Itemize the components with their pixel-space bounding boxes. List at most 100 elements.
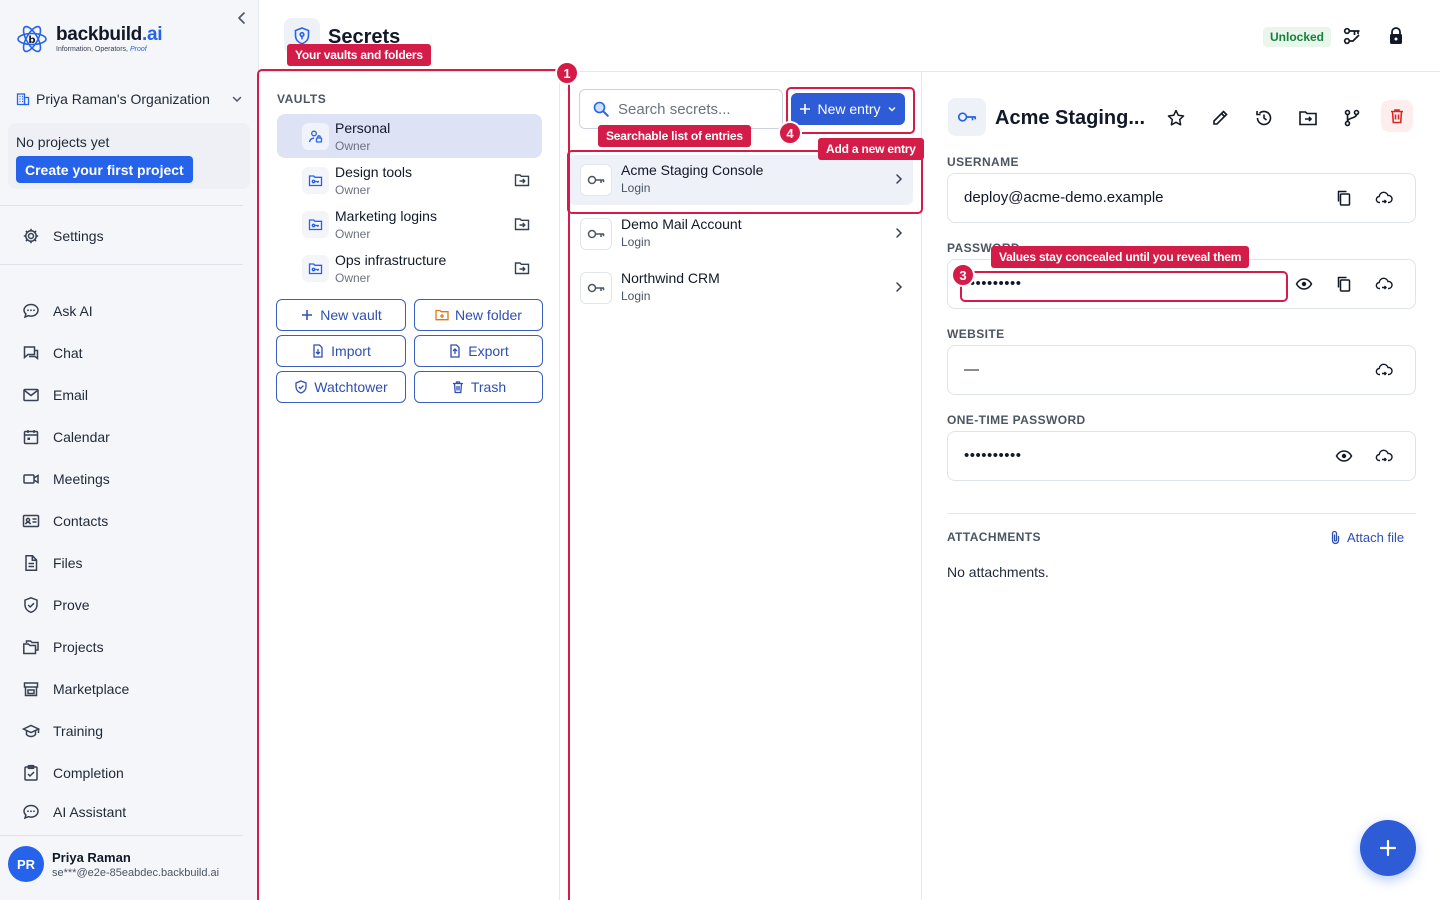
sidebar-item-contacts[interactable]: Contacts bbox=[22, 510, 108, 532]
annotation-badge: 3 bbox=[951, 263, 975, 287]
plus-icon bbox=[302, 310, 313, 320]
chat-bubble-icon bbox=[23, 804, 39, 820]
search-box[interactable] bbox=[579, 89, 783, 129]
eye-icon[interactable] bbox=[1335, 447, 1353, 465]
sidebar-item-prove[interactable]: Prove bbox=[22, 594, 90, 616]
button-label: Watchtower bbox=[314, 379, 388, 395]
sidebar-item-settings[interactable]: Settings bbox=[22, 225, 104, 247]
sidebar-item-label: Calendar bbox=[53, 429, 110, 445]
plus-icon bbox=[1379, 839, 1397, 857]
video-icon bbox=[23, 474, 39, 484]
edit-pencil-icon[interactable] bbox=[1210, 108, 1230, 128]
cloud-sync-icon[interactable] bbox=[1375, 447, 1393, 465]
password-generator-icon[interactable] bbox=[1342, 26, 1362, 46]
sidebar-item-label: Ask AI bbox=[53, 303, 93, 319]
brand-logo[interactable]: b backbuild.ai Information, Operators, P… bbox=[16, 22, 163, 56]
vault-name: Marketing logins bbox=[335, 208, 437, 224]
floating-add-button[interactable] bbox=[1360, 820, 1416, 876]
move-to-folder-icon[interactable] bbox=[514, 172, 530, 188]
create-project-button[interactable]: Create your first project bbox=[16, 156, 193, 183]
new-entry-button[interactable]: New entry bbox=[791, 93, 905, 125]
eye-icon[interactable] bbox=[1295, 275, 1313, 293]
brand-suffix: .ai bbox=[141, 24, 163, 45]
move-to-folder-icon[interactable] bbox=[514, 260, 530, 276]
new-folder-button[interactable]: New folder bbox=[414, 299, 543, 331]
otp-value[interactable]: •••••••••• bbox=[964, 447, 1022, 464]
sidebar-item-training[interactable]: Training bbox=[22, 720, 103, 742]
vault-item-design-tools[interactable]: Design tools Owner bbox=[277, 158, 542, 202]
sidebar-item-calendar[interactable]: Calendar bbox=[22, 426, 110, 448]
annotation-label: Your vaults and folders bbox=[287, 44, 431, 66]
move-to-folder-icon[interactable] bbox=[514, 216, 530, 232]
cloud-sync-icon[interactable] bbox=[1375, 361, 1393, 379]
move-to-folder-icon[interactable] bbox=[1298, 108, 1318, 128]
search-input[interactable] bbox=[618, 100, 768, 118]
gear-icon bbox=[23, 228, 39, 244]
org-name: Priya Raman's Organization bbox=[36, 91, 210, 107]
user-profile[interactable]: PR Priya Raman se***@e2e-85eabdec.backbu… bbox=[8, 846, 219, 882]
entry-title: Acme Staging... bbox=[995, 107, 1146, 129]
sidebar-item-projects[interactable]: Projects bbox=[22, 636, 104, 658]
attach-file-button[interactable]: Attach file bbox=[1329, 530, 1404, 545]
git-branch-icon[interactable] bbox=[1342, 108, 1362, 128]
plus-icon bbox=[800, 104, 811, 114]
collapse-sidebar-icon[interactable] bbox=[234, 10, 250, 26]
atom-logo-icon: b bbox=[17, 25, 47, 53]
vault-item-personal[interactable]: Personal Owner bbox=[277, 114, 542, 158]
sidebar-item-chat[interactable]: Chat bbox=[22, 342, 83, 364]
chevron-right-icon bbox=[896, 282, 903, 292]
history-icon[interactable] bbox=[1254, 108, 1274, 128]
sidebar-divider bbox=[0, 264, 243, 265]
sidebar-item-files[interactable]: Files bbox=[22, 552, 83, 574]
folder-plus-icon bbox=[435, 309, 449, 321]
entry-item[interactable]: Acme Staging Console Login bbox=[569, 155, 913, 205]
sidebar-item-completion[interactable]: Completion bbox=[22, 762, 124, 784]
sidebar-item-email[interactable]: Email bbox=[22, 384, 88, 406]
attachments-label: ATTACHMENTS bbox=[947, 530, 1041, 544]
watchtower-button[interactable]: Watchtower bbox=[276, 371, 406, 403]
copy-icon[interactable] bbox=[1335, 189, 1353, 207]
website-value[interactable]: — bbox=[964, 361, 979, 378]
cloud-sync-icon[interactable] bbox=[1375, 189, 1393, 207]
sidebar-item-ai-assistant[interactable]: AI Assistant bbox=[22, 801, 126, 823]
username-label: USERNAME bbox=[947, 155, 1019, 169]
entry-name: Acme Staging Console bbox=[621, 162, 764, 178]
star-icon[interactable] bbox=[1166, 108, 1186, 128]
status-badge: Unlocked bbox=[1263, 27, 1332, 47]
sidebar-item-ask-ai[interactable]: Ask AI bbox=[22, 300, 93, 322]
vault-item-marketing-logins[interactable]: Marketing logins Owner bbox=[277, 202, 542, 246]
vault-name: Design tools bbox=[335, 164, 413, 180]
lock-icon[interactable] bbox=[1386, 26, 1406, 46]
sidebar-item-meetings[interactable]: Meetings bbox=[22, 468, 110, 490]
copy-icon[interactable] bbox=[1335, 275, 1353, 293]
entry-item[interactable]: Demo Mail Account Login bbox=[569, 209, 913, 259]
chevron-down-icon bbox=[232, 96, 242, 103]
export-button[interactable]: Export bbox=[414, 335, 543, 367]
new-vault-button[interactable]: New vault bbox=[276, 299, 406, 331]
user-name: Priya Raman bbox=[52, 849, 131, 865]
delete-button[interactable] bbox=[1381, 100, 1413, 132]
button-label: New folder bbox=[455, 307, 522, 323]
trash-button[interactable]: Trash bbox=[414, 371, 543, 403]
folder-key-icon bbox=[302, 211, 329, 238]
vault-item-ops-infrastructure[interactable]: Ops infrastructure Owner bbox=[277, 246, 542, 290]
file-export-icon bbox=[450, 344, 460, 358]
entry-item[interactable]: Northwind CRM Login bbox=[569, 263, 913, 313]
sidebar-item-label: Marketplace bbox=[53, 681, 130, 697]
cloud-sync-icon[interactable] bbox=[1375, 275, 1393, 293]
shield-check-icon bbox=[24, 596, 38, 614]
divider bbox=[947, 513, 1416, 514]
org-switcher[interactable]: Priya Raman's Organization bbox=[16, 88, 244, 110]
mail-icon bbox=[23, 388, 39, 402]
entry-name: Demo Mail Account bbox=[621, 216, 742, 232]
sidebar-item-label: Training bbox=[53, 723, 104, 739]
entry-type: Login bbox=[621, 289, 651, 303]
clipboard-check-icon bbox=[24, 764, 38, 781]
sidebar-item-marketplace[interactable]: Marketplace bbox=[22, 678, 129, 700]
attach-file-label: Attach file bbox=[1347, 530, 1405, 545]
file-import-icon bbox=[313, 344, 323, 358]
shield-check-icon bbox=[295, 380, 307, 394]
import-button[interactable]: Import bbox=[276, 335, 406, 367]
username-value[interactable]: deploy@acme-demo.example bbox=[964, 189, 1164, 206]
entries-panel: New entry Acme Staging Console Login Dem… bbox=[561, 72, 922, 900]
